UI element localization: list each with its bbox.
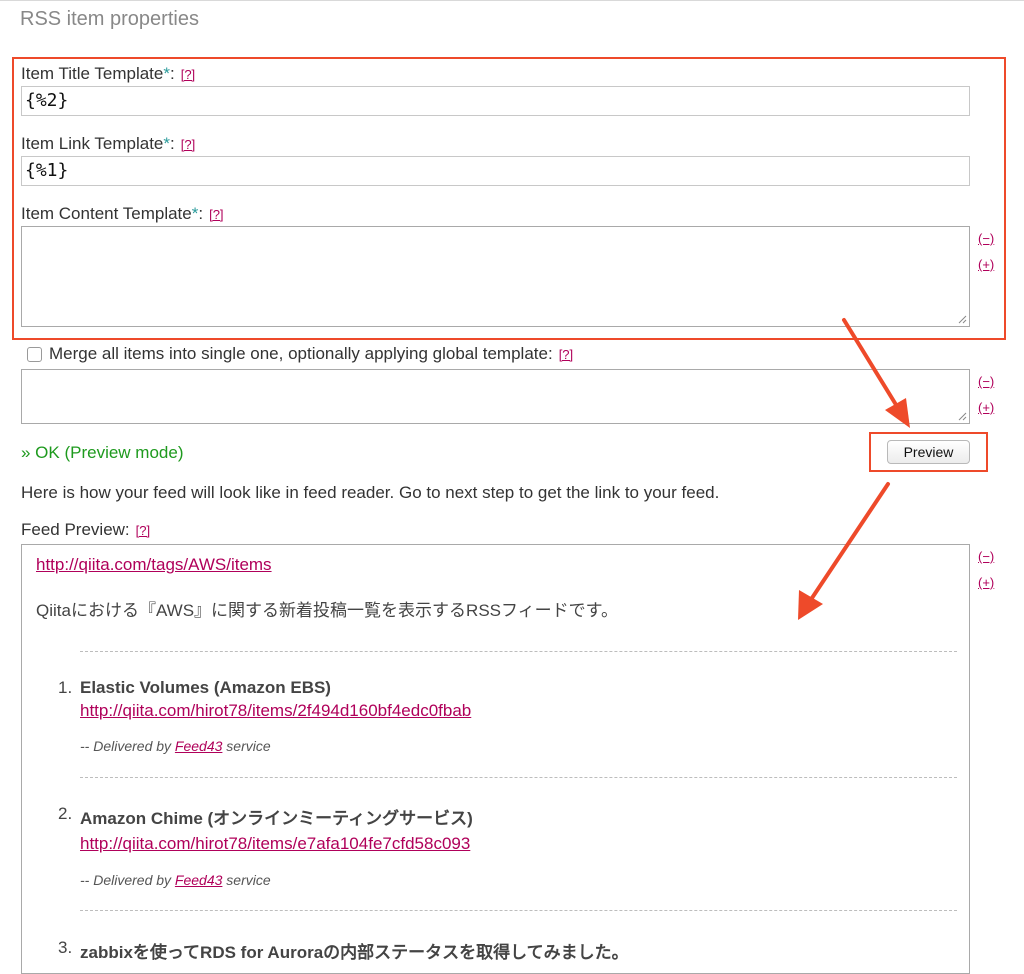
feed-item-title: zabbixを使ってRDS for Auroraの内部ステータスを取得してみまし… <box>80 943 629 962</box>
feed43-link[interactable]: Feed43 <box>175 738 222 754</box>
item-number: 1. <box>58 678 73 697</box>
delivered-by-note: -- Delivered by Feed43 service <box>80 872 271 888</box>
section-title: RSS item properties <box>20 8 199 30</box>
feed-item-title: Elastic Volumes (Amazon EBS) <box>80 678 331 697</box>
delivered-suffix: service <box>222 872 271 888</box>
resize-grip-icon[interactable] <box>957 411 967 421</box>
feed-description: Qiitaにおける『AWS』に関する新着投稿一覧を表示するRSSフィードです。 <box>36 601 618 620</box>
delivered-by-note: -- Delivered by Feed43 service <box>80 738 271 754</box>
item-number: 2. <box>58 804 73 823</box>
item-divider <box>80 651 957 652</box>
info-text: Here is how your feed will look like in … <box>21 483 720 502</box>
merge-items-label: Merge all items into single one, optiona… <box>49 344 553 363</box>
feed-url-link[interactable]: http://qiita.com/tags/AWS/items <box>36 555 272 575</box>
item-divider <box>80 777 957 778</box>
global-grow-link[interactable]: (+) <box>978 400 994 415</box>
feed-preview-help-link[interactable]: [?] <box>136 523 150 538</box>
merge-items-checkbox[interactable] <box>27 347 42 362</box>
feed-item-link[interactable]: http://qiita.com/hirot78/items/e7afa104f… <box>80 834 470 854</box>
feed-preview-label-row: Feed Preview: [?] <box>21 520 150 540</box>
annotation-highlight-box <box>12 57 1006 340</box>
merge-label-row: Merge all items into single one, optiona… <box>49 344 573 364</box>
global-shrink-link[interactable]: (−) <box>978 374 994 389</box>
annotation-highlight-box <box>869 432 988 472</box>
feed-grow-link[interactable]: (+) <box>978 575 994 590</box>
status-message: » OK (Preview mode) <box>21 443 184 462</box>
feed-preview-box: http://qiita.com/tags/AWS/items Qiitaにおけ… <box>21 544 970 974</box>
merge-help-link[interactable]: [?] <box>559 347 573 362</box>
feed-preview-label: Feed Preview: <box>21 520 130 539</box>
item-number: 3. <box>58 938 73 957</box>
feed-item-link[interactable]: http://qiita.com/hirot78/items/2f494d160… <box>80 701 471 721</box>
top-divider <box>0 0 1024 5</box>
item-divider <box>80 910 957 911</box>
feed-item-title: Amazon Chime (オンラインミーティングサービス) <box>80 809 473 828</box>
delivered-prefix: -- Delivered by <box>80 872 175 888</box>
global-template-textarea[interactable] <box>21 369 970 424</box>
feed43-link[interactable]: Feed43 <box>175 872 222 888</box>
delivered-suffix: service <box>222 738 271 754</box>
delivered-prefix: -- Delivered by <box>80 738 175 754</box>
feed-shrink-link[interactable]: (−) <box>978 549 994 564</box>
